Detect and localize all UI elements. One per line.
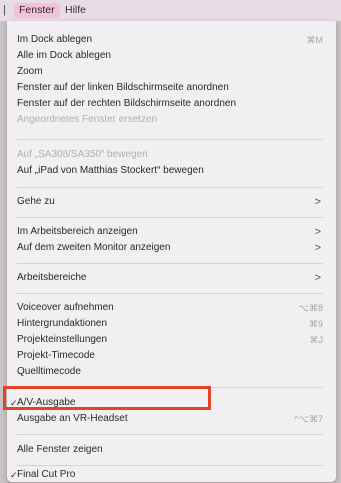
chevron-right-icon: > [314,196,321,208]
menu-bar: | Fenster Hilfe [0,0,341,21]
menu-item-auf-ipad-bewegen[interactable]: Auf „iPad von Matthias Stockert“ bewegen [17,163,323,179]
menu-item-final-cut-pro[interactable]: ✓ Final Cut Pro [10,467,323,483]
menu-separator [17,465,323,466]
menu-title-fenster[interactable]: Fenster [14,3,60,18]
menubar-edge: | [3,4,6,16]
menu-item-im-arbeitsbereich-anzeigen[interactable]: Im Arbeitsbereich anzeigen > [17,224,323,240]
menu-item-voiceover-aufnehmen[interactable]: Voiceover aufnehmen ⌥⌘8 [17,300,323,316]
shortcut: ⌘9 [308,319,323,329]
menu-title-hilfe[interactable]: Hilfe [60,3,91,18]
shortcut: ⌘J [309,335,324,345]
shortcut: ^⌥⌘7 [294,414,323,424]
chevron-right-icon: > [314,242,321,254]
menu-separator [17,187,323,188]
fenster-dropdown-menu: Im Dock ablegen ⌘M Alle im Dock ablegen … [7,21,336,482]
menu-item-zoom[interactable]: Zoom [17,64,323,80]
menu-item-angeordnetes-fenster-ersetzen: Angeordnetes Fenster ersetzen [17,114,158,125]
chevron-right-icon: > [314,226,321,238]
menu-item-fenster-links[interactable]: Fenster auf der linken Bildschirmseite a… [17,80,323,96]
menu-item-alle-fenster-zeigen[interactable]: Alle Fenster zeigen [17,442,323,458]
menu-item-fenster-rechts[interactable]: Fenster auf der rechten Bildschirmseite … [17,96,323,112]
menu-item-quelltimecode[interactable]: Quelltimecode [17,364,323,380]
menu-item-projekteinstellungen[interactable]: Projekteinstellungen ⌘J [17,332,323,348]
menu-item-zweiten-monitor-anzeigen[interactable]: Auf dem zweiten Monitor anzeigen > [17,240,323,256]
highlight-box [3,386,211,410]
menu-item-projekt-timecode[interactable]: Projekt-Timecode [17,348,323,364]
chevron-right-icon: > [314,272,321,284]
menu-separator [17,139,323,140]
shortcut: ⌘M [306,35,324,45]
menu-item-im-dock-ablegen[interactable]: Im Dock ablegen ⌘M [17,32,323,48]
menu-item-arbeitsbereiche[interactable]: Arbeitsbereiche > [17,270,323,286]
menu-item-auf-sa308-bewegen: Auf „SA308/SA350“ bewegen [17,149,148,160]
menu-item-alle-im-dock-ablegen[interactable]: Alle im Dock ablegen [17,48,323,64]
menu-separator [17,434,323,435]
menu-separator [17,217,323,218]
menu-separator [17,293,323,294]
menu-item-ausgabe-vr-headset[interactable]: Ausgabe an VR-Headset ^⌥⌘7 [17,411,323,427]
menu-separator [17,263,323,264]
shortcut: ⌥⌘8 [298,303,323,313]
menu-item-gehe-zu[interactable]: Gehe zu > [17,194,323,210]
menu-item-hintergrundaktionen[interactable]: Hintergrundaktionen ⌘9 [17,316,323,332]
